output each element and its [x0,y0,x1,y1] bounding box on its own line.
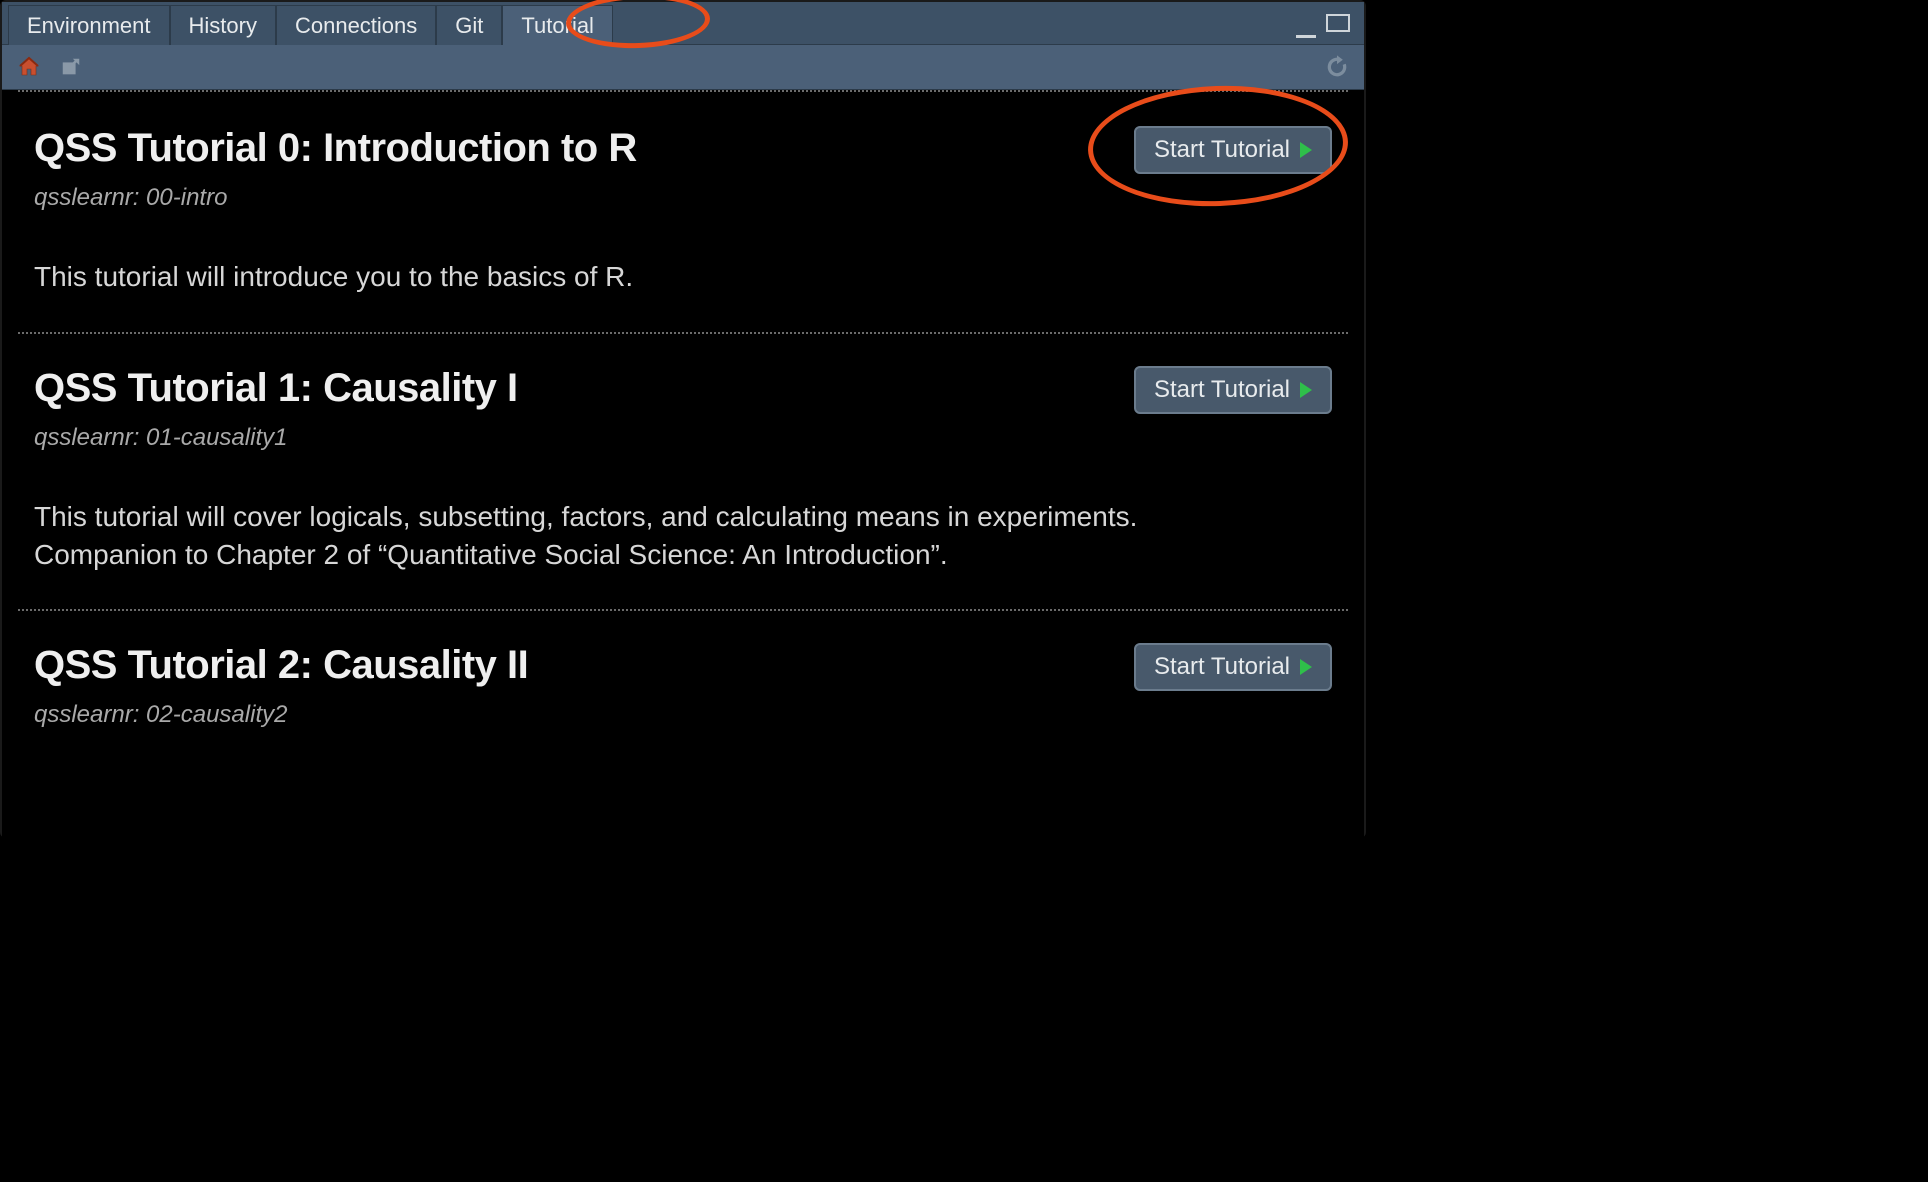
start-tutorial-button[interactable]: Start Tutorial [1134,643,1332,691]
play-icon [1300,659,1312,675]
pane-tabs: Environment History Connections Git Tuto… [2,2,1364,44]
play-icon [1300,382,1312,398]
tutorial-title: QSS Tutorial 0: Introduction to R [34,126,637,170]
home-icon[interactable] [14,52,44,82]
tutorial-source: qsslearnr: 01-causality1 [34,424,518,452]
start-tutorial-label: Start Tutorial [1154,653,1290,681]
tab-environment[interactable]: Environment [8,5,170,45]
popout-icon[interactable] [56,52,86,82]
window-controls [1296,14,1358,32]
tutorial-item: QSS Tutorial 0: Introduction to R qsslea… [18,90,1348,332]
start-tutorial-button[interactable]: Start Tutorial [1134,366,1332,414]
tutorial-description: This tutorial will introduce you to the … [34,258,1214,296]
tutorial-item: QSS Tutorial 2: Causality II qsslearnr: … [18,609,1348,811]
tutorial-source: qsslearnr: 02-causality2 [34,701,528,729]
start-tutorial-button[interactable]: Start Tutorial [1134,126,1332,174]
tutorial-title: QSS Tutorial 1: Causality I [34,366,518,410]
start-tutorial-label: Start Tutorial [1154,376,1290,404]
play-icon [1300,142,1312,158]
tutorial-list: QSS Tutorial 0: Introduction to R qsslea… [2,90,1364,840]
refresh-icon[interactable] [1322,52,1352,82]
tab-history[interactable]: History [170,5,276,45]
start-tutorial-label: Start Tutorial [1154,136,1290,164]
tutorial-item: QSS Tutorial 1: Causality I qsslearnr: 0… [18,332,1348,610]
tutorial-toolbar [2,44,1364,90]
tab-connections[interactable]: Connections [276,5,436,45]
minimize-button[interactable] [1296,30,1316,38]
tutorial-description: This tutorial will cover logicals, subse… [34,498,1214,574]
maximize-button[interactable] [1326,14,1350,32]
tutorial-source: qsslearnr: 00-intro [34,184,637,212]
tab-tutorial[interactable]: Tutorial [502,5,613,45]
tab-git[interactable]: Git [436,5,502,45]
tutorial-title: QSS Tutorial 2: Causality II [34,643,528,687]
